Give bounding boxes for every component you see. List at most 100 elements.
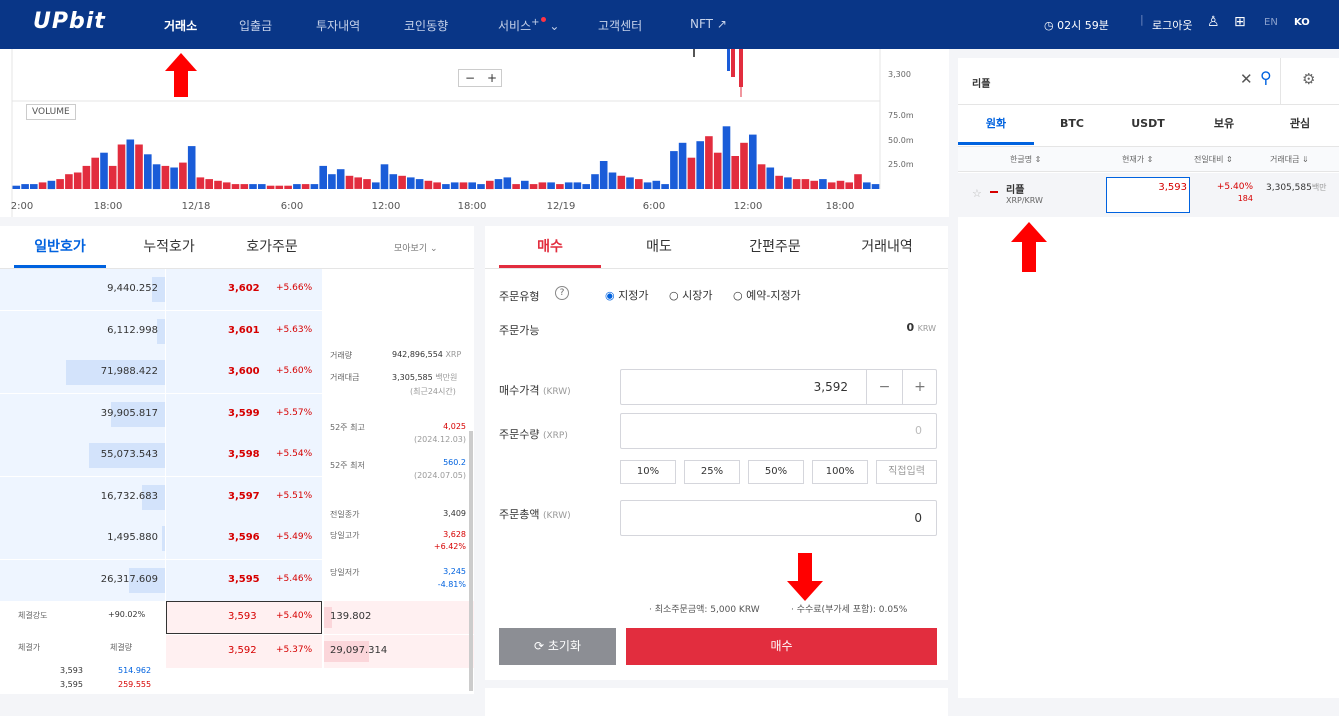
ask-pct: +5.46% [276, 573, 313, 584]
order-type-market[interactable]: ○ 시장가 [669, 287, 712, 303]
ask-price: 3,598 [228, 449, 260, 460]
ask-row[interactable]: 55,073.543 3,598 +5.54% [0, 435, 322, 476]
pct-50-button[interactable]: 50% [748, 460, 804, 484]
ask-row[interactable]: 39,905.817 3,599 +5.57% [0, 393, 322, 435]
ask-pct: +5.49% [276, 532, 313, 542]
volume-bar [871, 184, 880, 189]
nav-investments[interactable]: 투자내역 [316, 17, 360, 34]
nav-support[interactable]: 고객센터 [598, 17, 642, 34]
volume-bar [389, 174, 398, 189]
volume-indicator-label: VOLUME [26, 104, 76, 120]
lang-ko[interactable]: KO [1294, 17, 1310, 28]
volume-tick-75: 75.0m [888, 111, 914, 120]
market-tab-btc[interactable]: BTC [1034, 105, 1110, 145]
col-change[interactable]: 전일대비 ⇕ [1194, 154, 1233, 165]
volume-bar [179, 162, 187, 189]
tab-buy[interactable]: 매수 [499, 226, 601, 268]
session-timer: ◷ 02시 59분 [1044, 19, 1109, 32]
volume-bar [617, 175, 626, 189]
nav-coin-trends[interactable]: 코인동향 [404, 17, 448, 34]
buy-price-input[interactable]: 3,592 − + [620, 369, 937, 405]
price-increase-button[interactable]: + [902, 370, 937, 404]
volume-bar [678, 142, 687, 189]
volume-bar [722, 126, 731, 189]
ask-row[interactable]: 16,732.683 3,597 +5.51% [0, 476, 322, 518]
user-icon[interactable]: ♙ [1207, 14, 1220, 30]
market-tab-favorites[interactable]: 관심 [1262, 105, 1338, 145]
volume-bar [108, 165, 117, 189]
tab-sell[interactable]: 매도 [609, 226, 709, 268]
bid-price: 3,592 [228, 645, 257, 656]
apps-grid-icon[interactable]: ⊞ [1234, 14, 1246, 30]
col-current-price[interactable]: 현재가 ⇕ [1122, 154, 1153, 165]
volume-bar [626, 177, 634, 189]
zoom-out-button[interactable]: − [465, 70, 475, 86]
volume-bar [486, 180, 494, 190]
logout-link[interactable]: 로그아웃 [1152, 17, 1192, 33]
nav-exchange[interactable]: 거래소 [164, 17, 197, 34]
gear-icon[interactable]: ⚙ [1302, 70, 1315, 88]
order-type-reserved[interactable]: ○ 예약-지정가 [733, 287, 801, 303]
info-day-low: 3,245 [443, 567, 466, 576]
star-icon[interactable]: ☆ [972, 187, 982, 200]
market-search-input[interactable]: 리플 [972, 75, 990, 90]
search-icon[interactable]: ⚲ [1260, 68, 1272, 87]
tab-quick-order[interactable]: 간편주문 [725, 226, 825, 268]
col-korean-name[interactable]: 한글명 ⇕ [1010, 154, 1041, 165]
pct-100-button[interactable]: 100% [812, 460, 868, 484]
order-total-unit: (KRW) [542, 511, 571, 521]
volume-bar [73, 172, 82, 189]
market-tab-holdings[interactable]: 보유 [1186, 105, 1262, 145]
order-type-market-label: 시장가 [682, 289, 713, 302]
col-trade-value[interactable]: 거래대금 ⇓ [1270, 154, 1309, 165]
available-label: 주문가능 [499, 324, 540, 337]
reset-button[interactable]: ⟳ 초기화 [499, 628, 616, 665]
volume-bar [608, 172, 617, 189]
market-tab-usdt[interactable]: USDT [1110, 105, 1186, 145]
price-decrease-button[interactable]: − [866, 370, 902, 404]
tab-trade-history[interactable]: 거래내역 [837, 226, 937, 268]
info-amount-value: 3,305,585 [392, 373, 433, 382]
order-total-input[interactable]: 0 [620, 500, 937, 536]
scrollbar[interactable] [469, 431, 473, 691]
tab-cumulative-orderbook[interactable]: 누적호가 [124, 226, 214, 268]
bid-row[interactable]: 3,593 +5.40% 139.802 [166, 601, 474, 634]
nav-nft[interactable]: NFT ↗ [690, 17, 727, 31]
ask-row[interactable]: 6,112.998 3,601 +5.63% [0, 310, 322, 352]
volume-bar [757, 164, 766, 190]
view-more-dropdown[interactable]: 모아보기 ⌄ [394, 241, 438, 254]
ask-row[interactable]: 9,440.252 3,602 +5.66% [0, 269, 322, 310]
pct-25-button[interactable]: 25% [684, 460, 740, 484]
help-icon[interactable]: ? [555, 286, 569, 300]
order-type-limit[interactable]: ◉ 지정가 [605, 287, 648, 303]
x-tick-label: 12/18 [182, 201, 211, 212]
zoom-controls: − + [458, 69, 502, 87]
radio-icon: ○ [669, 289, 679, 302]
nav-deposit-withdraw[interactable]: 입출금 [239, 17, 272, 34]
buy-button[interactable]: 매수 [626, 628, 937, 665]
market-row-xrp[interactable]: ☆ 리플 XRP/KRW 3,593 +5.40% 184 3,305,585백… [958, 173, 1339, 217]
ask-row[interactable]: 1,495.880 3,596 +5.49% [0, 518, 322, 559]
volume-bar [30, 184, 38, 189]
bid-row[interactable]: 3,592 +5.37% 29,097.314 [166, 635, 474, 668]
lang-en[interactable]: EN [1264, 17, 1278, 28]
zoom-in-button[interactable]: + [487, 70, 497, 86]
ask-row[interactable]: 26,317.609 3,595 +5.46% [0, 559, 322, 601]
order-qty-input[interactable]: 0 [620, 413, 937, 449]
custom-input-button[interactable]: 직접입력 [876, 460, 937, 484]
order-total-label: 주문총액 (KRW) [499, 506, 571, 522]
upbit-logo[interactable]: UPbit [33, 9, 106, 34]
ask-row[interactable]: 71,988.422 3,600 +5.60% [0, 352, 322, 393]
order-qty-placeholder: 0 [915, 424, 922, 437]
x-tick-label: 12:00 [734, 201, 763, 212]
tab-orderbook-order[interactable]: 호가주문 [226, 226, 318, 268]
clear-icon[interactable]: ✕ [1240, 70, 1253, 88]
volume-bar [91, 157, 99, 189]
pct-10-button[interactable]: 10% [620, 460, 676, 484]
volume-bar [345, 175, 354, 189]
market-tab-krw[interactable]: 원화 [958, 105, 1034, 145]
info-amount-note: (최근24시간) [410, 387, 456, 396]
nav-services[interactable]: 서비스+ ⌄ [498, 17, 559, 34]
info-amount: 3,305,585 백만원 [392, 372, 457, 383]
tab-general-orderbook[interactable]: 일반호가 [14, 226, 106, 268]
